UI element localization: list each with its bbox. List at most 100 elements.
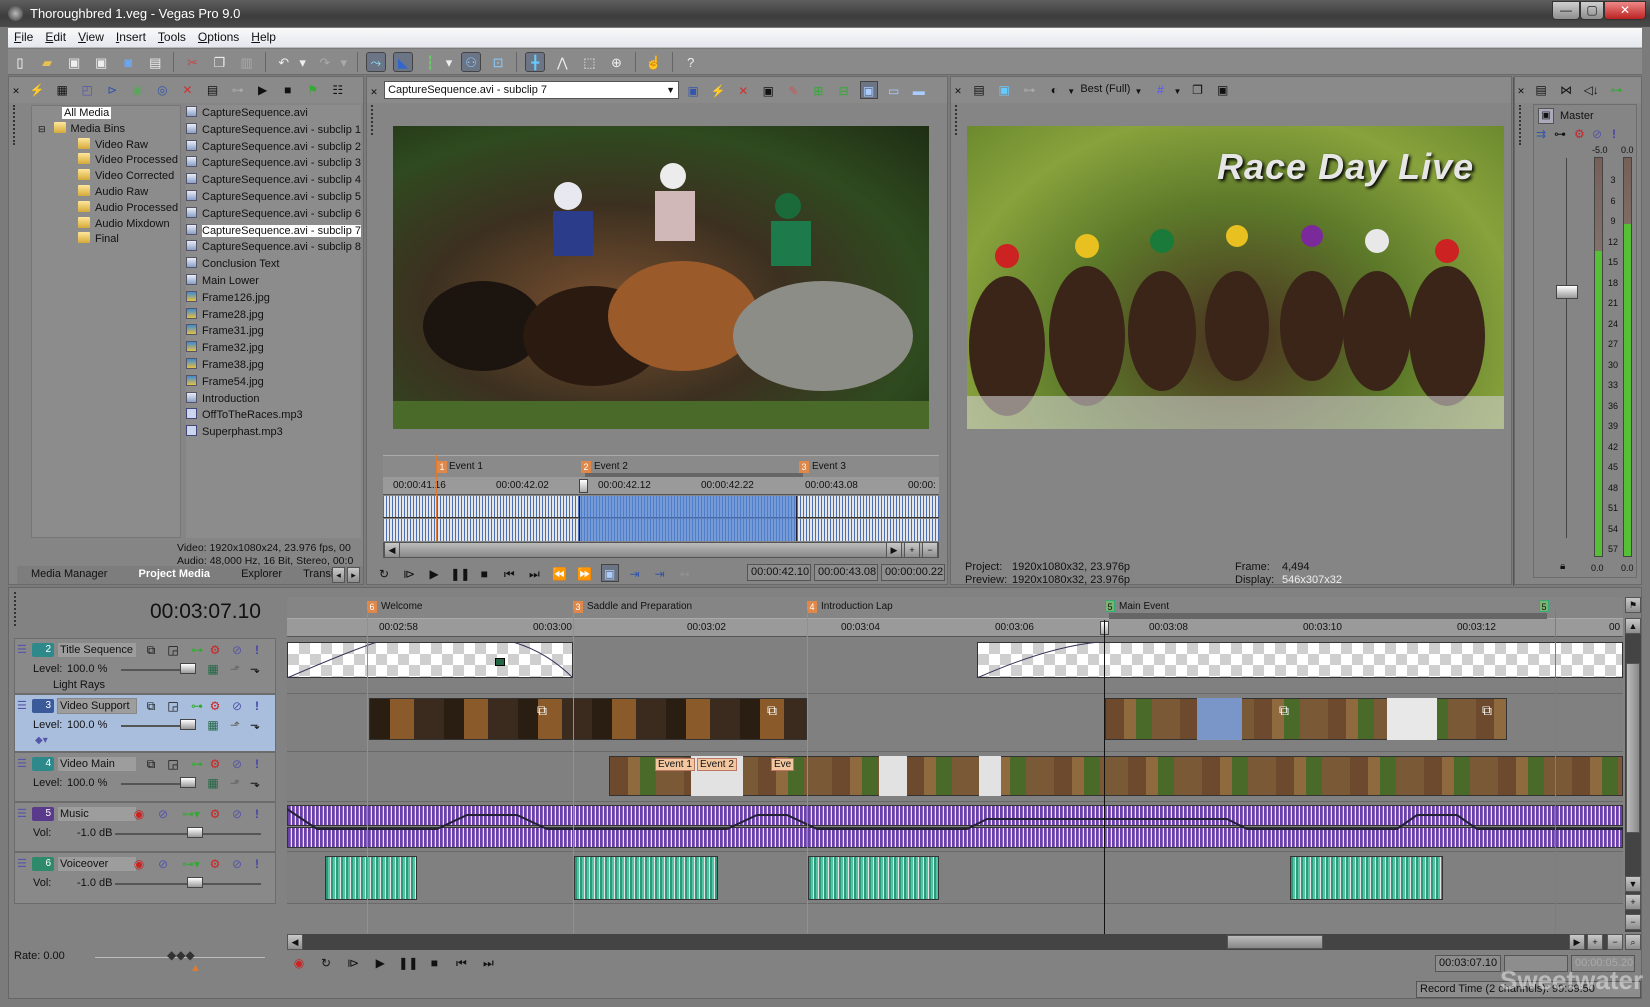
go-to-start-icon[interactable]: ⏮ <box>452 954 470 972</box>
go-to-end-icon[interactable]: ⏭ <box>479 954 497 972</box>
edit-icon[interactable]: ✎ <box>784 82 802 100</box>
tree-all-media[interactable]: All Media <box>62 107 112 119</box>
add-to-timeline-start-icon[interactable]: ⊞ <box>809 82 827 100</box>
media-file-item[interactable]: Introduction <box>186 391 361 408</box>
maximize-button[interactable]: ▢ <box>1580 1 1604 20</box>
mixer-properties-icon[interactable]: ▤ <box>1532 81 1550 99</box>
tree-bin[interactable]: Video Processed <box>95 154 178 166</box>
copy-icon[interactable]: ❐ <box>210 53 230 73</box>
media-file-item[interactable]: CaptureSequence.avi - subclip 1 <box>186 122 361 139</box>
mute-icon[interactable]: ⊘ <box>229 698 245 714</box>
stop-icon[interactable]: ■ <box>425 954 443 972</box>
invert-phase-icon[interactable]: ⊘ <box>155 856 171 872</box>
tree-bin[interactable]: Audio Processed <box>95 202 178 214</box>
new-icon[interactable]: ▯ <box>10 53 30 73</box>
insert-bus-icon[interactable]: ⊶ <box>1607 81 1625 99</box>
track-height-decrease-button[interactable]: − <box>1625 914 1641 930</box>
play-icon[interactable]: ▶ <box>371 954 389 972</box>
master-mute-icon[interactable]: ⊘ <box>1592 127 1602 141</box>
collapse-icon[interactable]: ⊟ <box>38 124 46 134</box>
save-icon[interactable]: ▣ <box>64 53 84 73</box>
add-to-timeline-end-icon[interactable]: ⊟ <box>835 82 853 100</box>
trimmer-properties-icon[interactable]: ▣ <box>684 82 702 100</box>
clip-video-main[interactable] <box>609 756 1623 796</box>
scroll-right-button[interactable]: ▶ <box>886 542 902 558</box>
undo-dropdown-icon[interactable]: ▾ <box>298 53 308 73</box>
collapse-keyframes-icon[interactable]: ⬎ <box>247 661 263 677</box>
menu-file[interactable]: File <box>8 28 39 46</box>
track-header[interactable]: ☰ 3 Video Support ⧉ ◲ ⊶ ⚙ ⊘! Level: 100.0 % ▦ ⬏ ⬎ ◆▾ <box>14 694 276 752</box>
track-number[interactable]: 4 <box>32 757 54 771</box>
preview-fx-icon[interactable]: ⊶ <box>1020 81 1038 99</box>
clip-voiceover[interactable] <box>574 856 718 900</box>
track-fx-icon[interactable]: ⊶ <box>189 698 205 714</box>
scroll-down-button[interactable]: ▼ <box>1625 876 1641 892</box>
master-fader[interactable] <box>1556 285 1578 299</box>
extract-audio-icon[interactable]: ◉ <box>128 81 146 99</box>
timeline-marker[interactable]: 6 <box>367 601 377 613</box>
level-slider[interactable] <box>180 663 196 674</box>
expand-keyframes-icon[interactable]: ⬏ <box>227 717 243 733</box>
track-name[interactable]: Video Main <box>57 756 137 772</box>
panel-grip[interactable] <box>13 105 21 145</box>
media-fx-icon[interactable]: ◎ <box>153 81 171 99</box>
track-minimize-icon[interactable]: ☰ <box>17 807 27 820</box>
track-minimize-icon[interactable]: ☰ <box>17 757 27 770</box>
zoom-tool-icon[interactable]: ⊕ <box>606 53 626 73</box>
tree-bin[interactable]: Audio Mixdown <box>95 218 170 230</box>
views-icon[interactable]: ☷ <box>329 81 347 99</box>
media-file-item[interactable]: CaptureSequence.avi - subclip 6 <box>186 206 361 223</box>
media-file-item[interactable]: Frame54.jpg <box>186 374 361 391</box>
zoom-out-button[interactable]: − <box>922 542 938 558</box>
make-compositing-child-icon[interactable]: ◲ <box>165 698 181 714</box>
fit-to-fill-icon[interactable]: ⇿ <box>676 565 694 583</box>
add-to-cursor-icon[interactable]: ⇥ <box>626 565 644 583</box>
tab-explorer[interactable]: Explorer <box>227 566 296 582</box>
mute-icon[interactable]: ⊘ <box>229 806 245 822</box>
panel-close-icon[interactable]: ✕ <box>11 82 21 100</box>
overwrite-mode-icon[interactable]: ▣ <box>600 564 619 582</box>
split-screen-icon[interactable]: ◐ <box>1045 81 1063 99</box>
scroll-right-button[interactable]: ▶ <box>1569 934 1585 950</box>
close-button[interactable]: ✕ <box>1604 1 1646 20</box>
play-from-start-icon[interactable]: ⧐ <box>344 954 362 972</box>
copy-snapshot-icon[interactable]: ❐ <box>1189 81 1207 99</box>
media-file-item[interactable]: CaptureSequence.avi - subclip 7 <box>186 223 361 240</box>
help-icon[interactable]: ? <box>681 53 701 73</box>
panel-close-icon[interactable]: ✕ <box>953 82 963 100</box>
media-file-item[interactable]: CaptureSequence.avi - subclip 8 <box>186 239 361 256</box>
timeline-horizontal-scrollbar[interactable]: ◀ ▶ + − <box>287 934 1623 950</box>
save-region-icon[interactable]: ▣ <box>759 82 777 100</box>
clip-voiceover[interactable] <box>808 856 939 900</box>
level-slider[interactable] <box>180 719 196 730</box>
fader-lock-icon[interactable]: 🔒︎ <box>1560 561 1565 572</box>
rate-slider-thumb[interactable]: ◆◆◆ <box>167 948 195 962</box>
envelope-tool-icon[interactable]: ⋀ <box>552 53 572 73</box>
media-properties-icon[interactable]: ▤ <box>204 81 222 99</box>
overlays-icon[interactable]: # <box>1152 81 1170 99</box>
start-preview-icon[interactable]: ▶ <box>254 81 272 99</box>
media-file-item[interactable]: Frame31.jpg <box>186 323 361 340</box>
clear-trimmer-icon[interactable]: ✕ <box>734 82 752 100</box>
render-icon[interactable]: ◙ <box>118 53 138 73</box>
track-header[interactable]: ☰ 5 Music ◉ ⊘ ⊶▾ ⚙ ⊘! Vol: -1.0 dB <box>14 802 276 852</box>
trimmer-cursor-handle[interactable] <box>579 479 588 493</box>
tree-bin[interactable]: Final <box>95 233 119 245</box>
track-number[interactable]: 6 <box>32 857 54 871</box>
redo-icon[interactable]: ↷ <box>315 53 335 73</box>
zoom-in-button[interactable]: + <box>1587 934 1603 950</box>
panel-grip[interactable] <box>1519 105 1527 145</box>
make-compositing-child-icon[interactable]: ◲ <box>165 756 181 772</box>
clip-video-support[interactable] <box>1105 698 1507 740</box>
media-file-item[interactable]: Frame32.jpg <box>186 340 361 357</box>
event-fx-icon[interactable] <box>495 658 505 666</box>
minimize-button[interactable]: — <box>1552 1 1580 20</box>
menu-edit[interactable]: Edit <box>39 28 72 46</box>
trimmer-marker-1[interactable]: 1 <box>437 461 447 473</box>
mute-icon[interactable]: ⊘ <box>229 642 245 658</box>
pan-crop-icon[interactable]: ⧉ <box>1482 702 1492 719</box>
track-header[interactable]: ☰ 4 Video Main ⧉ ◲ ⊶ ⚙ ⊘! Level: 100.0 % ▦ ⬏ ⬎ <box>14 752 276 802</box>
media-file-item[interactable]: CaptureSequence.avi - subclip 2 <box>186 139 361 156</box>
remove-media-icon[interactable]: ✕ <box>178 81 196 99</box>
track-minimize-icon[interactable]: ☰ <box>17 857 27 870</box>
